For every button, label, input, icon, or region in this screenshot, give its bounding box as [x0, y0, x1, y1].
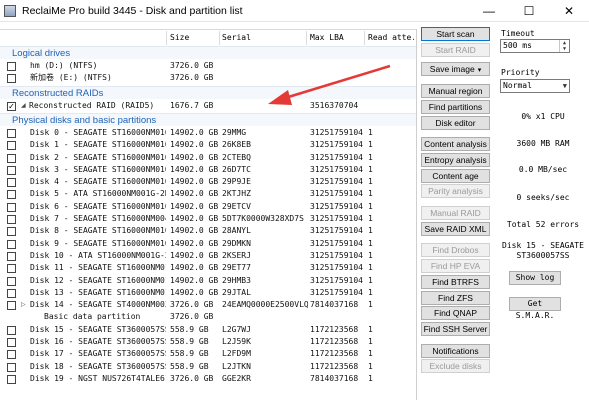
priority-label: Priority — [501, 68, 540, 77]
current-disk-line1: Disk 15 - SEAGATE — [502, 241, 584, 250]
button-label: Manual region — [428, 86, 483, 97]
notifications-button[interactable]: Notifications — [421, 343, 490, 358]
find-ssh-server-button[interactable]: Find SSH Server — [421, 321, 490, 336]
button-label: Manual RAID — [430, 208, 481, 218]
parity-analysis-button[interactable]: Parity analysis — [421, 184, 490, 199]
read-speed: 0.0 MB/sec — [518, 165, 568, 174]
button-label: Find QNAP — [434, 308, 477, 319]
find-drobos-button[interactable]: Find Drobos — [421, 243, 490, 258]
priority-value: Normal — [503, 81, 532, 90]
chevron-down-icon: ▼ — [562, 82, 567, 90]
save-raid-xml-button[interactable]: Save RAID XML — [421, 221, 490, 236]
button-label: Find ZFS — [438, 292, 473, 303]
button-label: Find HP EVA — [430, 261, 481, 272]
entropy-analysis-button[interactable]: Entropy analysis — [421, 152, 490, 167]
cpu-usage: 0% x1 CPU — [521, 112, 565, 121]
timeout-value: 500 ms — [503, 41, 532, 50]
find-partitions-button[interactable]: Find partitions — [421, 99, 490, 114]
timeout-label: Timeout — [501, 29, 535, 38]
button-label: Disk editor — [435, 117, 476, 128]
button-label: Find SSH Server — [423, 323, 488, 334]
button-label: Content analysis — [424, 139, 487, 150]
button-label: Find partitions — [428, 101, 483, 112]
priority-select[interactable]: Normal ▼ — [500, 79, 570, 93]
button-label: Notifications — [432, 345, 479, 356]
button-label: Parity analysis — [428, 186, 483, 197]
find-zfs-button[interactable]: Find ZFS — [421, 290, 490, 305]
find-btrfs-button[interactable]: Find BTRFS — [421, 274, 490, 289]
content-analysis-button[interactable]: Content analysis — [421, 137, 490, 152]
button-label: Exclude disks — [429, 361, 482, 372]
content-age-button[interactable]: Content age — [421, 168, 490, 183]
ram-usage: 3600 MB RAM — [516, 139, 570, 148]
manual-raid-button[interactable]: Manual RAID — [421, 206, 490, 220]
disk-editor-button[interactable]: Disk editor — [421, 115, 490, 130]
get-smart-button[interactable]: Get S.M.A.R. — [509, 297, 561, 320]
error-count: Total 52 errors — [506, 220, 580, 229]
start-raid-button[interactable]: Start RAID — [421, 42, 490, 57]
find-qnap-button[interactable]: Find QNAP — [421, 306, 490, 321]
start-scan-button[interactable]: Start scan — [421, 27, 490, 41]
button-label: Start RAID — [435, 44, 476, 55]
chevron-down-icon: ▾ — [477, 67, 482, 75]
button-label: Find BTRFS — [432, 276, 479, 287]
spin-icon[interactable]: ▲ ▼ — [559, 40, 569, 52]
current-disk-line2: ST3600057SS — [516, 251, 570, 260]
find-hp-eva-button[interactable]: Find HP EVA — [421, 259, 490, 274]
show-log-button[interactable]: Show log — [509, 271, 561, 285]
button-label: Entropy analysis — [424, 154, 487, 165]
exclude-disks-button[interactable]: Exclude disks — [421, 359, 490, 374]
button-label: Save RAID XML — [424, 223, 487, 234]
button-label: Find Drobos — [432, 245, 479, 256]
button-label: Start scan — [436, 29, 475, 39]
button-label: Save image — [429, 64, 475, 75]
save-image-button[interactable]: Save image ▾ — [421, 62, 490, 77]
timeout-field[interactable]: 500 ms ▲ ▼ — [500, 39, 570, 53]
button-label: Content age — [432, 170, 479, 181]
manual-region-button[interactable]: Manual region — [421, 84, 490, 99]
seek-rate: 0 seeks/sec — [516, 193, 570, 202]
